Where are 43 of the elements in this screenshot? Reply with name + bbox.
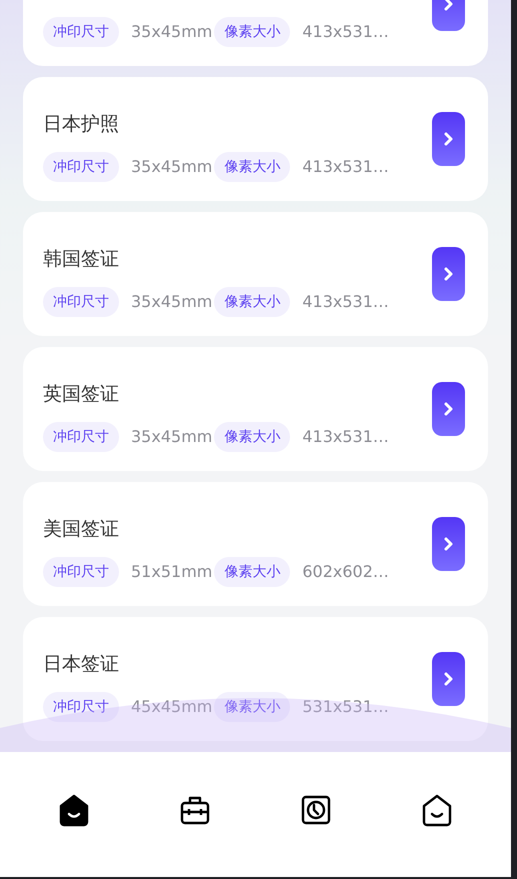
home-icon[interactable]: [420, 792, 453, 826]
print-size-tag: 冲印尺寸: [43, 692, 119, 722]
pixel-size-value: 531x531…: [302, 696, 389, 718]
pixel-size-tag: 像素大小: [214, 287, 290, 317]
pixel-size-tag: 像素大小: [214, 557, 290, 587]
chevron-right-icon: [442, 266, 454, 282]
print-size-tag: 冲印尺寸: [43, 557, 119, 587]
print-size-value: 45x45mm: [131, 696, 212, 718]
chevron-right-icon: [442, 131, 454, 147]
card-title: 日本签证: [43, 652, 120, 676]
card-title: 韩国签证: [43, 246, 120, 272]
pixel-size-tag: 像素大小: [214, 422, 290, 452]
next-button[interactable]: [432, 112, 465, 166]
chevron-right-icon: [442, 401, 454, 417]
next-button[interactable]: [432, 517, 465, 571]
chevron-right-icon: [442, 536, 454, 552]
print-size-value: 35x45mm: [131, 291, 212, 313]
print-size-value: 35x45mm: [131, 21, 212, 43]
print-size-tag: 冲印尺寸: [43, 152, 119, 182]
print-size-tag: 冲印尺寸: [43, 287, 119, 317]
pixel-size-value: 413x531…: [302, 21, 389, 43]
print-size-value: 51x51mm: [131, 561, 212, 583]
print-size-tag: 冲印尺寸: [43, 17, 119, 47]
card-title: 美国签证: [43, 516, 120, 542]
print-size-value: 35x45mm: [131, 426, 212, 448]
next-button[interactable]: [432, 382, 465, 436]
card-title: 日本护照: [43, 112, 120, 136]
filled-home-icon[interactable]: [58, 792, 90, 826]
next-button[interactable]: [432, 652, 465, 706]
clock-icon[interactable]: [300, 794, 332, 826]
chevron-right-icon: [442, 671, 454, 687]
pixel-size-value: 602x602…: [302, 561, 389, 583]
pixel-size-tag: 像素大小: [214, 17, 290, 47]
pixel-size-tag: 像素大小: [214, 692, 290, 722]
print-size-tag: 冲印尺寸: [43, 422, 119, 452]
pixel-size-value: 413x531…: [302, 156, 389, 178]
card-title: 英国签证: [43, 382, 120, 406]
print-size-value: 35x45mm: [131, 156, 212, 178]
pixel-size-value: 413x531…: [302, 291, 389, 313]
pixel-size-value: 413x531…: [302, 426, 389, 448]
pixel-size-tag: 像素大小: [214, 152, 290, 182]
next-button[interactable]: [432, 247, 465, 301]
chevron-right-icon: [442, 0, 454, 12]
